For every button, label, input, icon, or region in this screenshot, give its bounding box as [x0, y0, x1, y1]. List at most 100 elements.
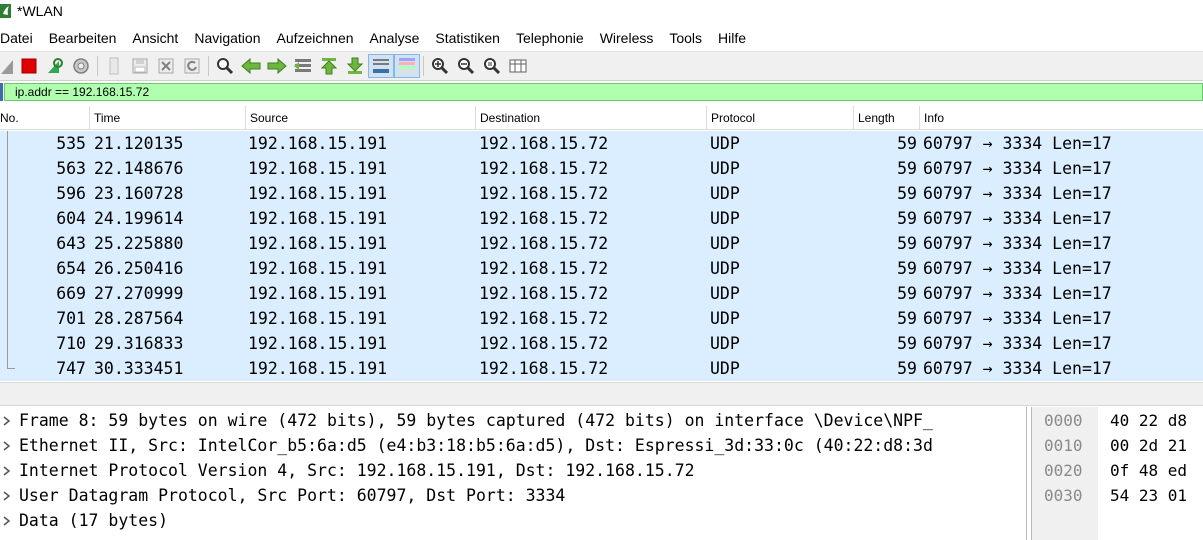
- expand-chevron-icon[interactable]: [0, 408, 14, 433]
- column-header-length[interactable]: Length: [854, 106, 920, 130]
- cell-time: 30.333451: [94, 359, 184, 378]
- cell-destination: 192.168.15.72: [479, 134, 609, 153]
- stop-icon[interactable]: [16, 54, 42, 78]
- menu-bar: Datei Bearbeiten Ansicht Navigation Aufz…: [0, 26, 754, 50]
- cell-length: 59: [897, 209, 917, 228]
- first-packet-icon[interactable]: [316, 54, 342, 78]
- go-forward-icon[interactable]: [264, 54, 290, 78]
- cell-length: 59: [897, 259, 917, 278]
- cell-protocol: UDP: [710, 334, 740, 353]
- expand-chevron-icon[interactable]: [0, 483, 14, 508]
- shark-fin-start-icon[interactable]: [0, 54, 16, 78]
- table-row[interactable]: 654 26.250416 192.168.15.191 192.168.15.72 U…: [0, 256, 1203, 281]
- cell-protocol: UDP: [710, 309, 740, 328]
- cell-length: 59: [897, 309, 917, 328]
- table-row[interactable]: 643 25.225880 192.168.15.191 192.168.15.72 U…: [0, 231, 1203, 256]
- hex-offset: 0000: [1044, 411, 1083, 430]
- cell-destination: 192.168.15.72: [479, 209, 609, 228]
- display-filter-input[interactable]: ip.addr == 192.168.15.72: [4, 83, 1203, 101]
- cell-protocol: UDP: [710, 159, 740, 178]
- details-tree-item[interactable]: Internet Protocol Version 4, Src: 192.16…: [0, 458, 1026, 483]
- cell-length: 59: [897, 184, 917, 203]
- cell-info: 60797 → 3334 Len=17: [923, 259, 1112, 278]
- table-row[interactable]: 596 23.160728 192.168.15.191 192.168.15.72 U…: [0, 181, 1203, 206]
- window-title: *WLAN: [17, 3, 63, 19]
- last-packet-icon[interactable]: [342, 54, 368, 78]
- cell-length: 59: [897, 159, 917, 178]
- table-row[interactable]: 563 22.148676 192.168.15.191 192.168.15.72 U…: [0, 156, 1203, 181]
- go-back-icon[interactable]: [238, 54, 264, 78]
- table-row[interactable]: 747 30.333451 192.168.15.191 192.168.15.72 U…: [0, 356, 1203, 381]
- zoom-in-icon[interactable]: [427, 54, 453, 78]
- packet-details-pane: Frame 8: 59 bytes on wire (472 bits), 59…: [0, 407, 1027, 540]
- cell-time: 27.270999: [94, 284, 184, 303]
- cell-protocol: UDP: [710, 284, 740, 303]
- zoom-out-icon[interactable]: [453, 54, 479, 78]
- capture-options-gear-icon[interactable]: [68, 54, 94, 78]
- details-tree-item[interactable]: Ethernet II, Src: IntelCor_b5:6a:d5 (e4:…: [0, 433, 1026, 458]
- resize-columns-icon[interactable]: [505, 54, 531, 78]
- table-row[interactable]: 669 27.270999 192.168.15.191 192.168.15.72 U…: [0, 281, 1203, 306]
- details-item-label: Data (17 bytes): [19, 511, 169, 530]
- cell-source: 192.168.15.191: [248, 334, 388, 353]
- hex-bytes[interactable]: 40 22 d8: [1110, 408, 1187, 433]
- restart-capture-icon[interactable]: [42, 54, 68, 78]
- menu-hilfe[interactable]: Hilfe: [710, 26, 754, 50]
- main-toolbar: [0, 51, 1203, 81]
- cell-source: 192.168.15.191: [248, 159, 388, 178]
- save-file-icon[interactable]: [127, 54, 153, 78]
- menu-statistiken[interactable]: Statistiken: [427, 26, 508, 50]
- details-item-label: User Datagram Protocol, Src Port: 60797,…: [19, 486, 566, 505]
- reload-icon[interactable]: [179, 54, 205, 78]
- conversation-bracket-line: [7, 131, 8, 368]
- menu-analyse[interactable]: Analyse: [362, 26, 428, 50]
- table-row[interactable]: 535 21.120135 192.168.15.191 192.168.15.72 U…: [0, 131, 1203, 156]
- column-header-no[interactable]: No.: [0, 106, 90, 130]
- pane-splitter[interactable]: [0, 382, 1203, 406]
- hex-bytes[interactable]: 54 23 01: [1110, 483, 1187, 508]
- menu-navigation[interactable]: Navigation: [186, 26, 268, 50]
- hex-bytes[interactable]: 00 2d 21: [1110, 433, 1187, 458]
- column-header-info[interactable]: Info: [920, 106, 1203, 130]
- menu-bearbeiten[interactable]: Bearbeiten: [41, 26, 125, 50]
- cell-source: 192.168.15.191: [248, 134, 388, 153]
- open-file-icon[interactable]: [101, 54, 127, 78]
- cell-destination: 192.168.15.72: [479, 309, 609, 328]
- cell-info: 60797 → 3334 Len=17: [923, 284, 1112, 303]
- menu-wireless[interactable]: Wireless: [592, 26, 662, 50]
- menu-tools[interactable]: Tools: [661, 26, 710, 50]
- filter-bookmark-icon[interactable]: [0, 83, 10, 101]
- details-tree-item[interactable]: Data (17 bytes): [0, 508, 1026, 533]
- packet-list-header: No. Time Source Destination Protocol Len…: [0, 106, 1203, 130]
- go-to-packet-icon[interactable]: [290, 54, 316, 78]
- expand-chevron-icon[interactable]: [0, 458, 14, 483]
- expand-chevron-icon[interactable]: [0, 433, 14, 458]
- cell-length: 59: [897, 234, 917, 253]
- table-row[interactable]: 701 28.287564 192.168.15.191 192.168.15.72 U…: [0, 306, 1203, 331]
- column-header-source[interactable]: Source: [246, 106, 476, 130]
- menu-ansicht[interactable]: Ansicht: [124, 26, 186, 50]
- cell-protocol: UDP: [710, 184, 740, 203]
- hex-bytes[interactable]: 0f 48 ed: [1110, 458, 1187, 483]
- colorize-icon[interactable]: [394, 54, 420, 78]
- cell-no: 710: [56, 334, 86, 353]
- zoom-normal-icon[interactable]: [479, 54, 505, 78]
- column-header-protocol[interactable]: Protocol: [707, 106, 854, 130]
- menu-aufzeichnen[interactable]: Aufzeichnen: [268, 26, 361, 50]
- cell-no: 596: [56, 184, 86, 203]
- find-packet-icon[interactable]: [212, 54, 238, 78]
- table-row[interactable]: 604 24.199614 192.168.15.191 192.168.15.72 U…: [0, 206, 1203, 231]
- column-header-destination[interactable]: Destination: [476, 106, 707, 130]
- menu-telephonie[interactable]: Telephonie: [508, 26, 592, 50]
- details-tree-item[interactable]: User Datagram Protocol, Src Port: 60797,…: [0, 483, 1026, 508]
- menu-datei[interactable]: Datei: [0, 26, 41, 50]
- cell-destination: 192.168.15.72: [479, 234, 609, 253]
- column-header-time[interactable]: Time: [90, 106, 246, 130]
- cell-source: 192.168.15.191: [248, 259, 388, 278]
- close-file-icon[interactable]: [153, 54, 179, 78]
- cell-length: 59: [897, 134, 917, 153]
- details-tree-item[interactable]: Frame 8: 59 bytes on wire (472 bits), 59…: [0, 408, 1026, 433]
- expand-chevron-icon[interactable]: [0, 508, 14, 533]
- table-row[interactable]: 710 29.316833 192.168.15.191 192.168.15.72 U…: [0, 331, 1203, 356]
- auto-scroll-icon[interactable]: [368, 54, 394, 78]
